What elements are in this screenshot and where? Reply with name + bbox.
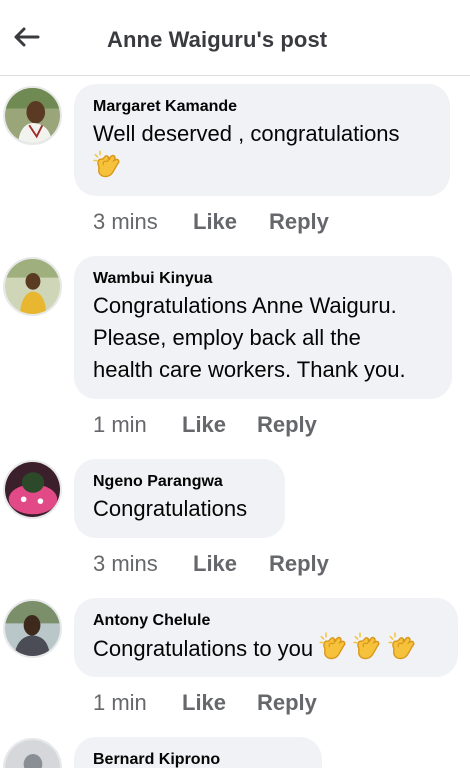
comment-text: Well deserved , congratulations: [93, 118, 430, 183]
like-button[interactable]: Like: [182, 690, 257, 716]
comment-time[interactable]: 1 min: [93, 690, 182, 716]
clapping-hands-icon: [93, 150, 120, 178]
avatar[interactable]: [3, 257, 62, 316]
avatar[interactable]: [3, 460, 62, 519]
reply-button[interactable]: Reply: [257, 690, 317, 716]
comment-text-content: Congratulations to you: [93, 636, 314, 661]
avatar[interactable]: [3, 599, 62, 658]
reply-button[interactable]: Reply: [257, 412, 317, 438]
comment-text-line: health care workers. Thank you.: [93, 357, 406, 382]
comment-bubble[interactable]: Margaret Kamande Well deserved , congrat…: [74, 84, 450, 196]
comment-author[interactable]: Margaret Kamande: [93, 97, 430, 117]
back-button[interactable]: [10, 22, 42, 52]
comment-text-line: Congratulations Anne Waiguru.: [93, 293, 397, 318]
clapping-hands-icon: [319, 632, 346, 660]
reply-button[interactable]: Reply: [269, 551, 329, 577]
comment-author[interactable]: Wambui Kinyua: [93, 269, 432, 289]
comment-text-line: Please, employ back all the: [93, 325, 361, 350]
comment-actions: 3 mins Like Reply: [93, 209, 329, 235]
clapping-hands-icon: [353, 632, 380, 660]
comment-bubble[interactable]: Ngeno Parangwa Congratulations: [74, 459, 285, 538]
comment-actions: 1 min Like Reply: [93, 690, 317, 716]
comment-actions: 3 mins Like Reply: [93, 551, 329, 577]
comment-bubble[interactable]: Antony Chelule Congratulations to you: [74, 598, 458, 677]
comment-time[interactable]: 1 min: [93, 412, 182, 438]
comment-author[interactable]: Bernard Kiprono: [93, 750, 302, 768]
comment-text: Congratulations Anne Waiguru. Please, em…: [93, 290, 432, 386]
comment-author[interactable]: Ngeno Parangwa: [93, 472, 265, 492]
comment-author[interactable]: Antony Chelule: [93, 611, 438, 631]
like-button[interactable]: Like: [182, 412, 257, 438]
reply-button[interactable]: Reply: [269, 209, 329, 235]
comment-text: Congratulations to you: [93, 632, 438, 665]
like-button[interactable]: Like: [193, 209, 269, 235]
top-bar: Anne Waiguru's post: [0, 0, 470, 76]
comment-bubble[interactable]: Wambui Kinyua Congratulations Anne Waigu…: [74, 256, 452, 399]
avatar[interactable]: [3, 738, 62, 768]
comment-time[interactable]: 3 mins: [93, 209, 193, 235]
comment-time[interactable]: 3 mins: [93, 551, 193, 577]
back-arrow-icon: [14, 27, 40, 47]
page-title: Anne Waiguru's post: [107, 27, 328, 52]
comment-bubble[interactable]: Bernard Kiprono: [74, 737, 322, 768]
like-button[interactable]: Like: [193, 551, 269, 577]
comment-text-content: Well deserved , congratulations: [93, 121, 400, 146]
comment-actions: 1 min Like Reply: [93, 412, 317, 438]
avatar[interactable]: [3, 86, 62, 145]
clapping-hands-icon: [387, 632, 415, 660]
comment-text: Congratulations: [93, 496, 248, 521]
